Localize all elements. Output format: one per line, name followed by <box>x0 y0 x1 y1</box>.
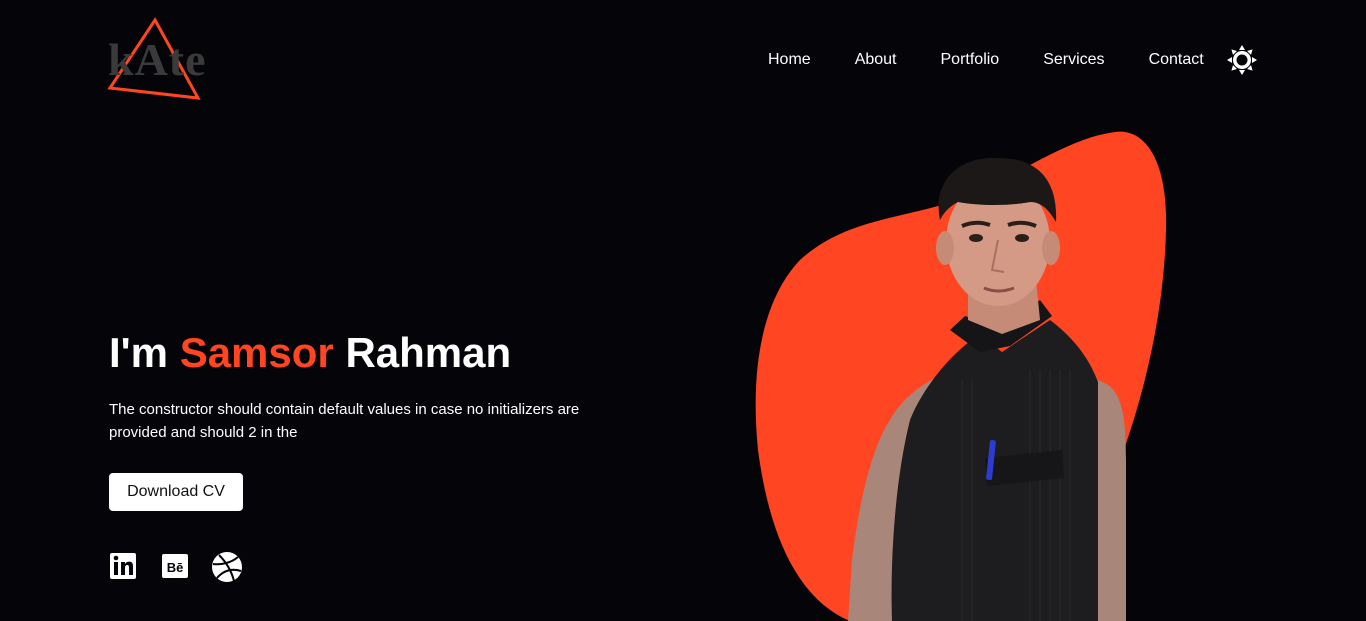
social-links: Bē <box>109 551 262 582</box>
portfolio-page: kAte Home About Portfolio Services Conta… <box>0 0 1366 621</box>
hero-greeting: I'm <box>109 329 169 376</box>
nav-link-home[interactable]: Home <box>768 48 811 72</box>
hero-visual <box>740 120 1200 621</box>
behance-link[interactable]: Bē <box>160 551 190 581</box>
svg-text:Bē: Bē <box>167 560 184 575</box>
logo-text: kAte <box>108 34 207 85</box>
linkedin-link[interactable] <box>109 551 139 581</box>
hero-title: I'm Samsor Rahman <box>109 328 511 378</box>
hero-last-name: Rahman <box>345 329 512 376</box>
hero-portrait-image <box>755 131 1167 621</box>
nav-link-contact[interactable]: Contact <box>1149 48 1204 72</box>
site-logo[interactable]: kAte <box>106 16 216 104</box>
dribbble-link[interactable] <box>211 551 242 582</box>
main-nav: Home About Portfolio Services Contact <box>746 48 1226 72</box>
dribbble-icon <box>212 552 242 582</box>
hero-description: The constructor should contain default v… <box>109 401 580 441</box>
behance-icon: Bē <box>162 554 188 578</box>
nav-link-portfolio[interactable]: Portfolio <box>941 48 1000 72</box>
hero-first-name: Samsor <box>179 329 334 376</box>
nav-link-about[interactable]: About <box>855 48 897 72</box>
sun-icon <box>1227 45 1257 75</box>
nav-link-services[interactable]: Services <box>1043 48 1104 72</box>
download-cv-button[interactable]: Download CV <box>109 473 243 511</box>
linkedin-icon <box>110 553 136 579</box>
theme-toggle-button[interactable] <box>1226 44 1258 76</box>
